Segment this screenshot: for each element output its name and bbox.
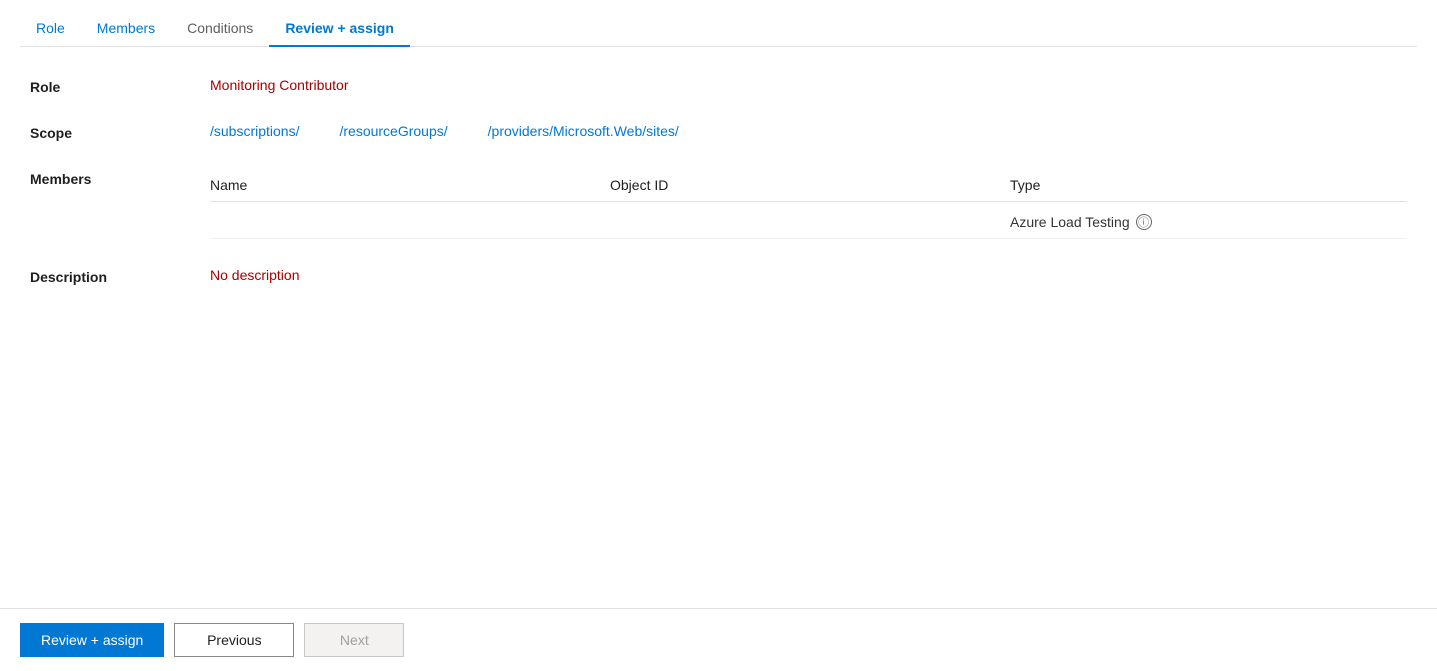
- role-label: Role: [30, 77, 210, 95]
- col-header-name: Name: [210, 177, 610, 193]
- row-type-value: Azure Load Testing: [1010, 214, 1130, 230]
- scope-values: /subscriptions/ /resourceGroups/ /provid…: [210, 123, 679, 139]
- scope-subscriptions: /subscriptions/: [210, 123, 299, 139]
- scope-providers: /providers/Microsoft.Web/sites/: [488, 123, 679, 139]
- tab-review-assign[interactable]: Review + assign: [269, 10, 410, 46]
- members-section: Members Name Object ID Type Azure Load T…: [20, 169, 1417, 239]
- description-value: No description: [210, 267, 300, 283]
- footer: Review + assign Previous Next: [0, 608, 1437, 671]
- info-icon[interactable]: ⓘ: [1136, 214, 1152, 230]
- tab-members[interactable]: Members: [81, 10, 171, 46]
- table-header: Name Object ID Type: [210, 169, 1407, 202]
- review-assign-button[interactable]: Review + assign: [20, 623, 164, 657]
- description-label: Description: [30, 267, 210, 285]
- col-header-type: Type: [1010, 177, 1407, 193]
- role-section: Role Monitoring Contributor: [20, 77, 1417, 95]
- tab-conditions[interactable]: Conditions: [171, 10, 269, 46]
- table-row: Azure Load Testing ⓘ: [210, 206, 1407, 239]
- row-type: Azure Load Testing ⓘ: [1010, 214, 1407, 230]
- tab-role[interactable]: Role: [20, 10, 81, 46]
- role-value: Monitoring Contributor: [210, 77, 349, 93]
- scope-resource-groups: /resourceGroups/: [339, 123, 447, 139]
- col-header-object-id: Object ID: [610, 177, 1010, 193]
- members-label: Members: [30, 169, 210, 187]
- previous-button[interactable]: Previous: [174, 623, 294, 657]
- description-section: Description No description: [20, 267, 1417, 285]
- scope-label: Scope: [30, 123, 210, 141]
- tab-bar: Role Members Conditions Review + assign: [20, 0, 1417, 47]
- next-button: Next: [304, 623, 404, 657]
- members-table: Name Object ID Type Azure Load Testing ⓘ: [210, 169, 1407, 239]
- scope-section: Scope /subscriptions/ /resourceGroups/ /…: [20, 123, 1417, 141]
